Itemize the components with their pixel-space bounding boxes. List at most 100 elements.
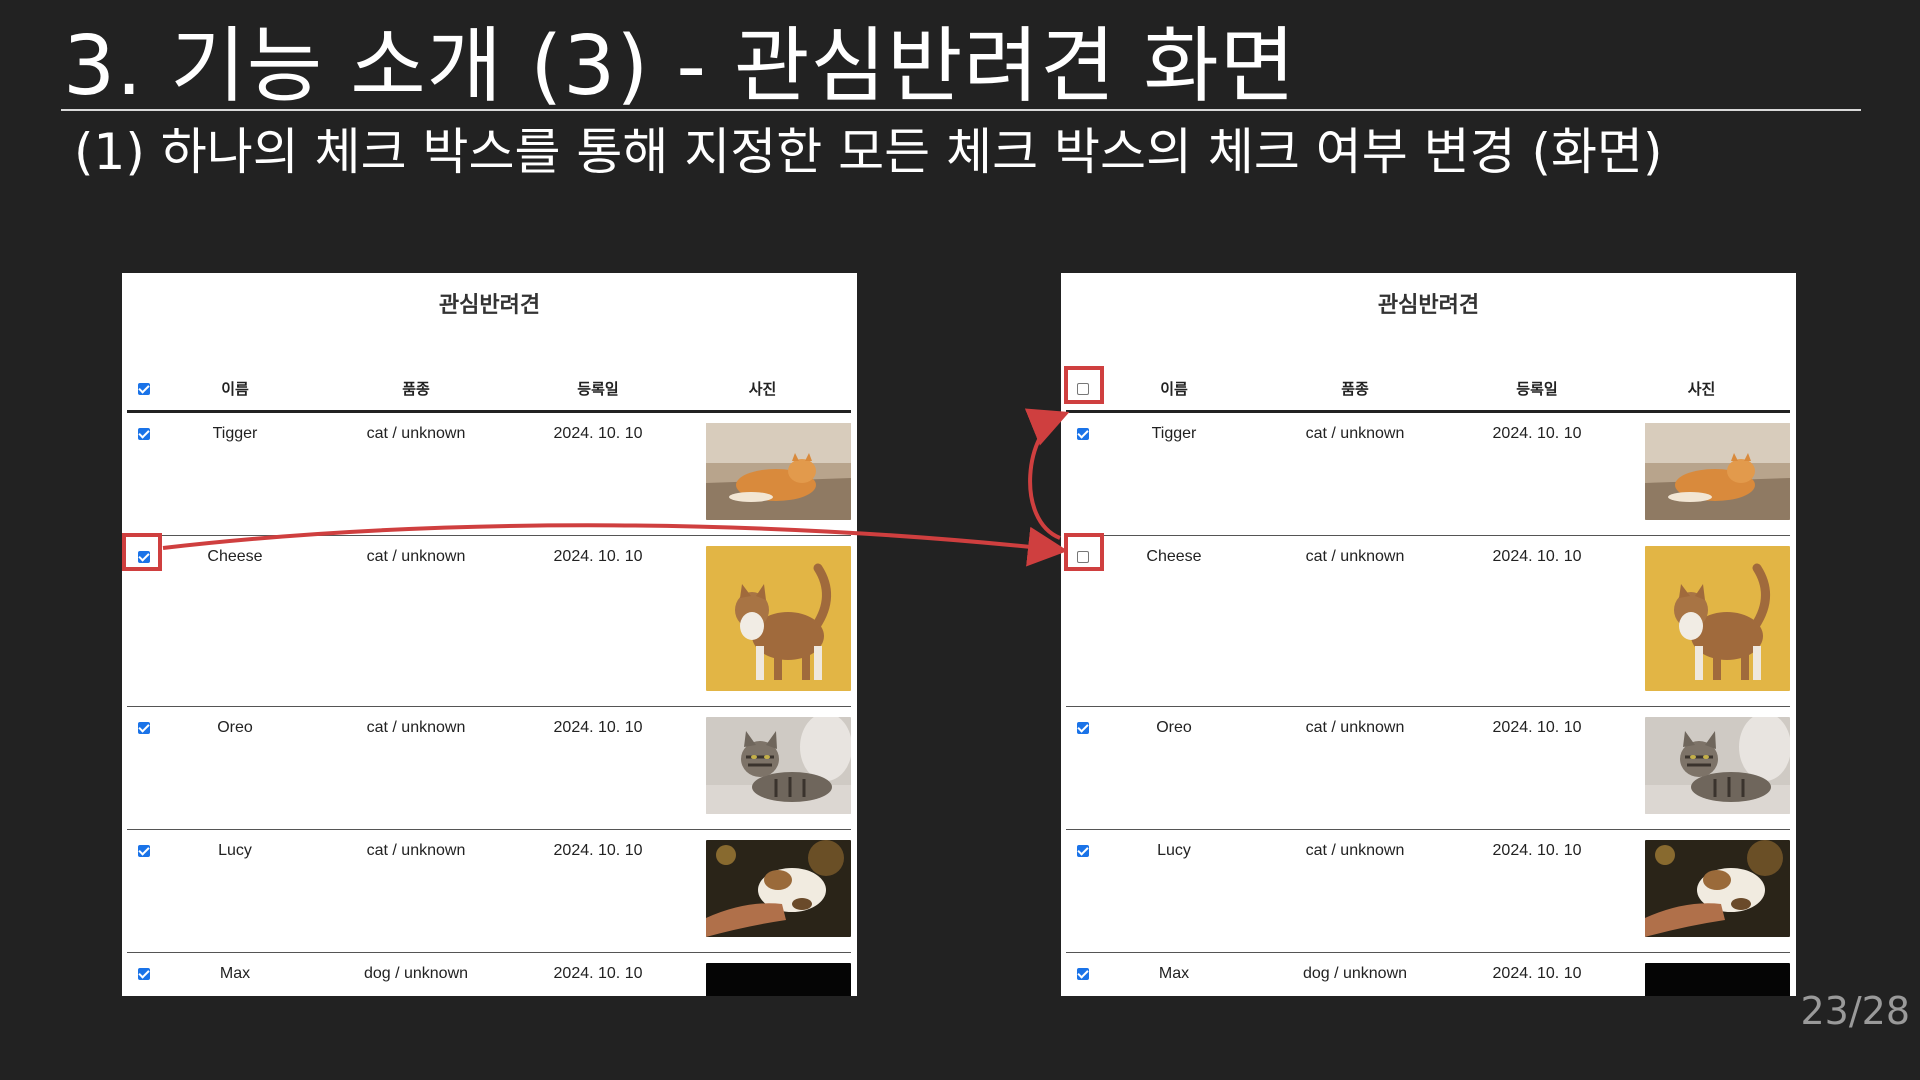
photo-cell bbox=[1613, 411, 1790, 536]
photo-cell bbox=[674, 706, 851, 830]
pet-date: 2024. 10. 10 bbox=[1461, 411, 1613, 536]
column-header-name: 이름 bbox=[1099, 367, 1249, 413]
arrow-cheese-to-select-all bbox=[1024, 408, 1070, 540]
pet-name: Oreo bbox=[1099, 706, 1249, 830]
photo-cell bbox=[674, 535, 851, 707]
title-divider bbox=[61, 109, 1861, 111]
photo-cell bbox=[1613, 952, 1790, 996]
row-check-cell bbox=[1066, 952, 1099, 996]
row-check-cell bbox=[127, 411, 160, 536]
dark-photo[interactable] bbox=[706, 963, 851, 996]
pet-name: Lucy bbox=[1099, 829, 1249, 953]
favorites-table: 이름 품종 등록일 사진 Tigger cat / unknown 2024. … bbox=[1066, 367, 1790, 996]
table-row: Oreo cat / unknown 2024. 10. 10 bbox=[127, 706, 851, 830]
pet-date: 2024. 10. 10 bbox=[522, 829, 674, 953]
column-header-breed: 품종 bbox=[310, 367, 522, 413]
row-checkbox[interactable] bbox=[137, 721, 150, 734]
screenshot-after: 관심반려견 이름 품종 등록일 사진 Tigger cat / unknown … bbox=[1061, 273, 1796, 996]
highlight-cheese-checkbox-after bbox=[1064, 533, 1104, 571]
pet-name: Oreo bbox=[160, 706, 310, 830]
row-check-cell bbox=[127, 952, 160, 996]
column-header-breed: 품종 bbox=[1249, 367, 1461, 413]
pet-date: 2024. 10. 10 bbox=[522, 535, 674, 707]
table-row: Oreo cat / unknown 2024. 10. 10 bbox=[1066, 706, 1790, 830]
highlight-cheese-checkbox-before bbox=[122, 533, 162, 571]
favorites-table: 이름 품종 등록일 사진 Tigger cat / unknown 2024. … bbox=[127, 367, 851, 996]
pet-breed: cat / unknown bbox=[310, 535, 522, 707]
table-row: Cheese cat / unknown 2024. 10. 10 bbox=[127, 535, 851, 707]
pet-name: Max bbox=[160, 952, 310, 996]
pet-date: 2024. 10. 10 bbox=[522, 952, 674, 996]
pet-date: 2024. 10. 10 bbox=[522, 411, 674, 536]
pet-name: Lucy bbox=[160, 829, 310, 953]
row-check-cell bbox=[1066, 829, 1099, 953]
photo-cell bbox=[674, 952, 851, 996]
photo-cell bbox=[1613, 829, 1790, 953]
photo-cell bbox=[1613, 706, 1790, 830]
row-checkbox[interactable] bbox=[1076, 721, 1089, 734]
row-checkbox[interactable] bbox=[1076, 844, 1089, 857]
column-header-date: 등록일 bbox=[522, 367, 674, 413]
table-row: Max dog / unknown 2024. 10. 10 bbox=[127, 952, 851, 996]
dark-photo[interactable] bbox=[1645, 963, 1790, 996]
highlight-select-all-checkbox-after bbox=[1064, 366, 1104, 404]
table-row: Tigger cat / unknown 2024. 10. 10 bbox=[127, 411, 851, 536]
row-checkbox[interactable] bbox=[137, 427, 150, 440]
table-row: Tigger cat / unknown 2024. 10. 10 bbox=[1066, 411, 1790, 536]
table-header-row: 이름 품종 등록일 사진 bbox=[1066, 367, 1790, 413]
orange-cat-lying-photo[interactable] bbox=[706, 423, 851, 520]
table-header-row: 이름 품종 등록일 사진 bbox=[127, 367, 851, 413]
row-checkbox[interactable] bbox=[1076, 967, 1089, 980]
pet-breed: cat / unknown bbox=[1249, 411, 1461, 536]
pet-date: 2024. 10. 10 bbox=[1461, 535, 1613, 707]
table-row: Lucy cat / unknown 2024. 10. 10 bbox=[1066, 829, 1790, 953]
column-header-photo: 사진 bbox=[1613, 367, 1790, 413]
pet-date: 2024. 10. 10 bbox=[1461, 952, 1613, 996]
select-all-checkbox[interactable] bbox=[137, 383, 150, 396]
pet-name: Tigger bbox=[160, 411, 310, 536]
table-row: Lucy cat / unknown 2024. 10. 10 bbox=[127, 829, 851, 953]
pet-date: 2024. 10. 10 bbox=[1461, 829, 1613, 953]
pet-name: Max bbox=[1099, 952, 1249, 996]
photo-cell bbox=[674, 829, 851, 953]
cat-with-hand-photo[interactable] bbox=[1645, 840, 1790, 937]
pet-breed: cat / unknown bbox=[310, 411, 522, 536]
orange-cat-standing-photo[interactable] bbox=[1645, 546, 1790, 691]
pet-date: 2024. 10. 10 bbox=[522, 706, 674, 830]
page-number: 23/28 bbox=[1800, 989, 1910, 1033]
pet-breed: cat / unknown bbox=[1249, 535, 1461, 707]
pet-breed: cat / unknown bbox=[310, 829, 522, 953]
pet-breed: cat / unknown bbox=[1249, 829, 1461, 953]
pet-date: 2024. 10. 10 bbox=[1461, 706, 1613, 830]
orange-cat-standing-photo[interactable] bbox=[706, 546, 851, 691]
column-header-photo: 사진 bbox=[674, 367, 851, 413]
column-header-name: 이름 bbox=[160, 367, 310, 413]
screenshot-before: 관심반려견 이름 품종 등록일 사진 Tigger cat / unknown … bbox=[122, 273, 857, 996]
row-check-cell bbox=[1066, 706, 1099, 830]
row-checkbox[interactable] bbox=[137, 967, 150, 980]
select-all-cell bbox=[127, 367, 160, 413]
slide-subtitle: (1) 하나의 체크 박스를 통해 지정한 모든 체크 박스의 체크 여부 변경… bbox=[74, 123, 1663, 181]
pet-breed: dog / unknown bbox=[1249, 952, 1461, 996]
row-check-cell bbox=[127, 829, 160, 953]
column-header-date: 등록일 bbox=[1461, 367, 1613, 413]
row-check-cell bbox=[1066, 411, 1099, 536]
row-checkbox[interactable] bbox=[1076, 427, 1089, 440]
table-row: Cheese cat / unknown 2024. 10. 10 bbox=[1066, 535, 1790, 707]
pet-breed: cat / unknown bbox=[1249, 706, 1461, 830]
row-checkbox[interactable] bbox=[137, 844, 150, 857]
pet-name: Cheese bbox=[1099, 535, 1249, 707]
page-title: 관심반려견 bbox=[1377, 293, 1480, 318]
orange-cat-lying-photo[interactable] bbox=[1645, 423, 1790, 520]
pet-name: Cheese bbox=[160, 535, 310, 707]
slide-title: 3. 기능 소개 (3) - 관심반려견 화면 bbox=[63, 19, 1297, 114]
pet-name: Tigger bbox=[1099, 411, 1249, 536]
photo-cell bbox=[1613, 535, 1790, 707]
tabby-cat-on-sofa-photo[interactable] bbox=[706, 717, 851, 814]
tabby-cat-on-sofa-photo[interactable] bbox=[1645, 717, 1790, 814]
cat-with-hand-photo[interactable] bbox=[706, 840, 851, 937]
page-title: 관심반려견 bbox=[438, 293, 541, 318]
photo-cell bbox=[674, 411, 851, 536]
table-row: Max dog / unknown 2024. 10. 10 bbox=[1066, 952, 1790, 996]
pet-breed: dog / unknown bbox=[310, 952, 522, 996]
